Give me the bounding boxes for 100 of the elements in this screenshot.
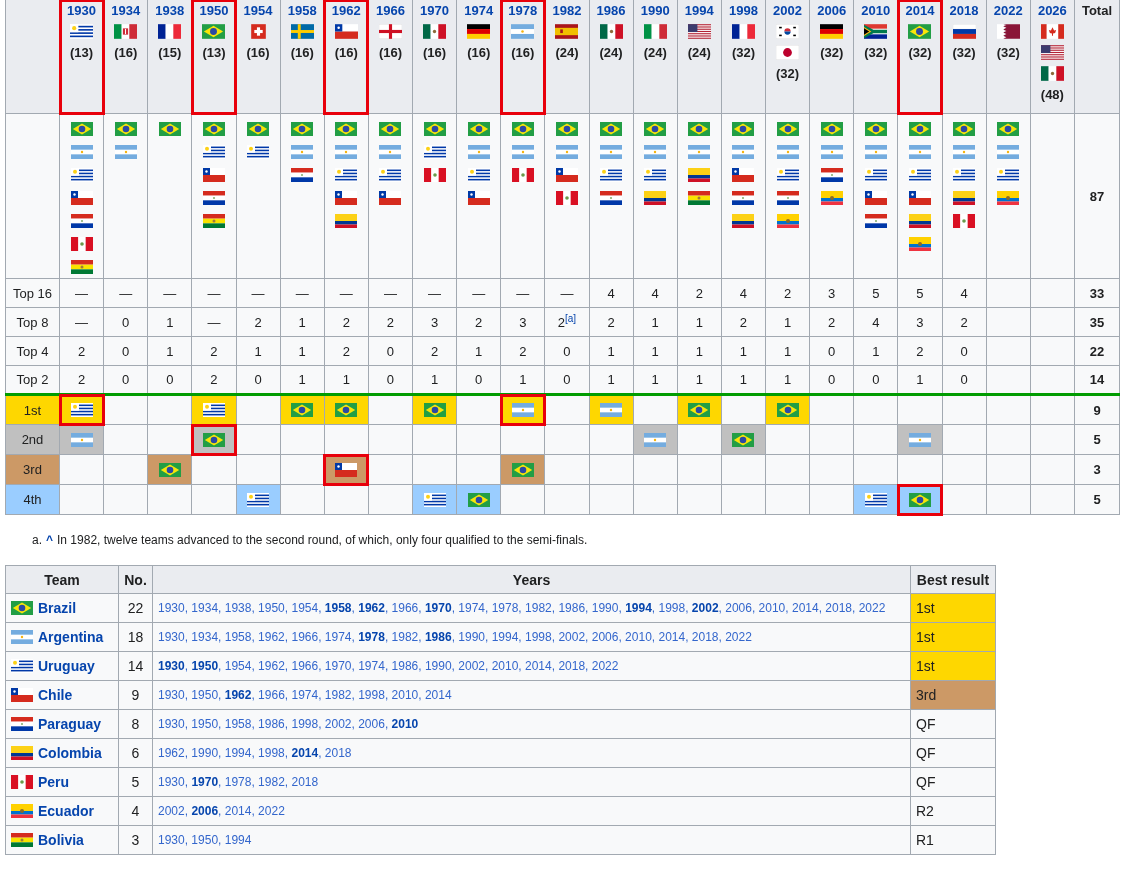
footnote-backlink[interactable]: ^ (46, 533, 54, 565)
year-link[interactable]: 2022 (993, 3, 1023, 18)
team-count: (32) (776, 66, 800, 81)
brazil-flag-icon (511, 122, 534, 136)
brazil-flag-icon (644, 122, 667, 136)
italy-flag-icon (643, 24, 667, 39)
argentina-flag-icon (70, 145, 93, 159)
spain-flag-icon (555, 24, 579, 39)
brazil-flag-icon (688, 122, 711, 136)
argentina-flag-icon (644, 432, 667, 447)
argentina-flag-icon (335, 145, 358, 159)
uruguay-flag-icon (864, 492, 887, 507)
bolivia-flag-icon (202, 214, 225, 228)
france-flag-icon (731, 24, 755, 39)
chile-flag-icon (202, 168, 225, 182)
paraguay-flag-icon (11, 717, 33, 731)
france-flag-icon (158, 24, 182, 39)
year-link[interactable]: 1986 (596, 3, 626, 18)
years-list: 1930, 1934, 1938, 1950, 1954, 1958, 1962, 1966, 1970, 1974, 1978, 1982, 1986, 1990, 1994, 1998, 2002, 2006, 2010, 2014, 2018, 2022 (152, 593, 911, 623)
paraguay-flag-icon (864, 214, 887, 228)
colombia-flag-icon (688, 168, 711, 182)
year-link[interactable]: 1990 (640, 3, 670, 18)
colombia-flag-icon (908, 214, 931, 228)
team-count: (32) (820, 45, 844, 60)
year-link[interactable]: 2014 (905, 3, 935, 18)
argentina-flag-icon (379, 145, 402, 159)
brazil-flag-icon (335, 403, 358, 417)
brazil-flag-icon (158, 462, 181, 477)
year-link[interactable]: 1966 (375, 3, 405, 18)
peru-flag-icon (953, 214, 976, 228)
brazil-flag-icon (820, 122, 843, 136)
uruguay-flag-icon (70, 168, 93, 182)
team-link[interactable]: Brazil (38, 600, 77, 616)
year-link[interactable]: 1938 (155, 3, 185, 18)
argentina-flag-icon (511, 145, 534, 159)
italy-flag-icon (114, 24, 138, 39)
south-korea-flag-icon (776, 24, 800, 39)
brazil-flag-icon (732, 432, 755, 447)
argentina-flag-icon (600, 145, 623, 159)
row-label: Top 8 (5, 307, 60, 337)
team-count: (16) (246, 45, 270, 60)
year-link[interactable]: 1998 (728, 3, 758, 18)
argentina-flag-icon (555, 145, 578, 159)
argentina-flag-icon (820, 145, 843, 159)
ecuador-flag-icon (908, 237, 931, 251)
year-link[interactable]: 1934 (111, 3, 141, 18)
team-link[interactable]: Peru (38, 774, 70, 790)
brazil-flag-icon (688, 403, 711, 417)
paraguay-flag-icon (600, 191, 623, 205)
chile-flag-icon (11, 688, 33, 702)
brazil-flag-icon (423, 122, 446, 136)
brazil-flag-icon (776, 122, 799, 136)
uruguay-flag-icon (776, 168, 799, 182)
year-link[interactable]: 1954 (243, 3, 273, 18)
usa-flag-icon (687, 24, 711, 39)
year-link[interactable]: 1962 (331, 3, 361, 18)
best-result-cell: 1st (910, 622, 996, 652)
team-count: (32) (908, 45, 932, 60)
year-link[interactable]: 1950 (199, 3, 229, 18)
team-count: (13) (70, 45, 94, 60)
year-link[interactable]: 1982 (552, 3, 582, 18)
year-link[interactable]: 2006 (817, 3, 847, 18)
row-label: Top 4 (5, 336, 60, 366)
brazil-flag-icon (423, 403, 446, 417)
best-result-cell: QF (910, 709, 996, 739)
chile-flag-icon (334, 24, 358, 39)
year-link[interactable]: 2026 (1037, 3, 1067, 18)
uruguay-flag-icon (997, 168, 1020, 182)
brazil-flag-icon (511, 462, 534, 477)
year-link[interactable]: 2018 (949, 3, 979, 18)
total-cell: 87 (1074, 113, 1120, 279)
year-link[interactable]: 2002 (773, 3, 802, 18)
placement-label: 3rd (5, 454, 60, 485)
year-link[interactable]: 1994 (684, 3, 714, 18)
brazil-flag-icon (997, 122, 1020, 136)
argentina-flag-icon (953, 145, 976, 159)
uruguay-flag-icon (202, 145, 225, 159)
argentina-flag-icon (511, 403, 534, 417)
footnote-marker: a. (32, 533, 42, 549)
brazil-flag-icon (247, 122, 270, 136)
brazil-flag-icon (70, 122, 93, 136)
brazil-flag-icon (908, 492, 931, 507)
argentina-flag-icon (644, 145, 667, 159)
brazil-flag-icon (908, 24, 932, 39)
year-link[interactable]: 1958 (287, 3, 317, 18)
year-link[interactable]: 1974 (464, 3, 494, 18)
year-link[interactable]: 1970 (420, 3, 449, 18)
team-link[interactable]: Chile (38, 687, 73, 703)
team-count: (16) (378, 45, 402, 60)
argentina-flag-icon (11, 630, 33, 644)
total-cell: 9 (1074, 394, 1120, 425)
usa-flag-icon (1040, 45, 1064, 60)
year-link[interactable]: 1978 (508, 3, 538, 18)
uruguay-flag-icon (953, 168, 976, 182)
year-link[interactable]: 1930 (67, 3, 96, 18)
best-result-cell: QF (910, 767, 996, 797)
peru-flag-icon (555, 191, 578, 205)
argentina-flag-icon (864, 145, 887, 159)
brazil-flag-icon (202, 24, 226, 39)
year-link[interactable]: 2010 (861, 3, 891, 18)
